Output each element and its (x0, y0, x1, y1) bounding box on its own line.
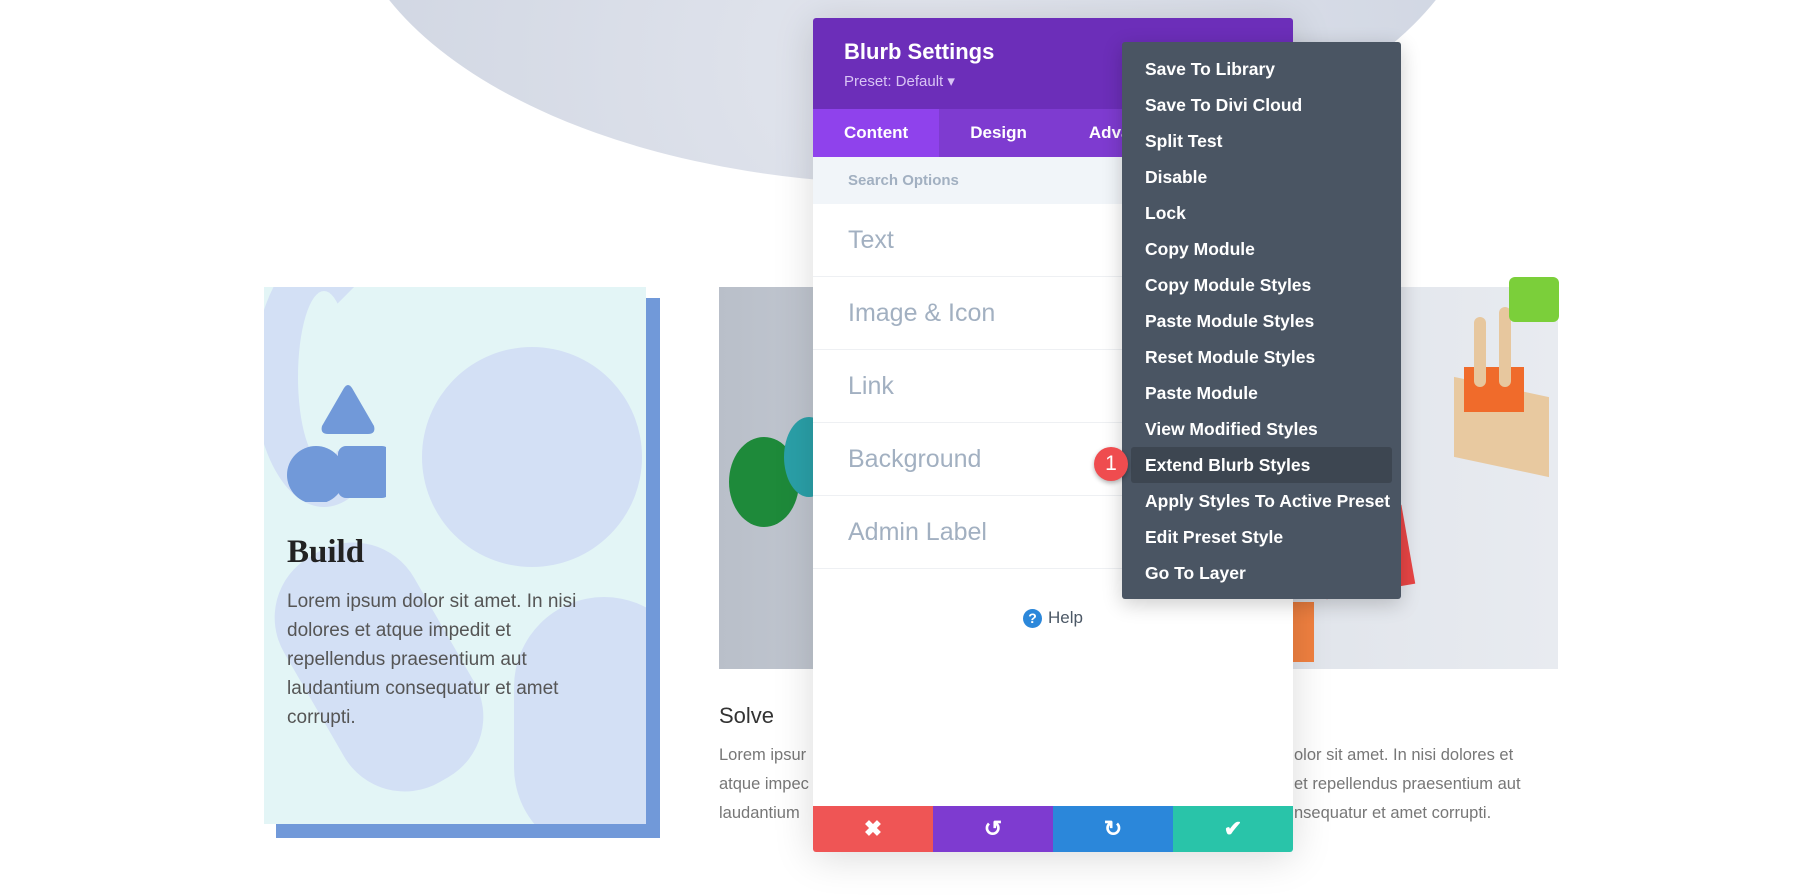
tab-content[interactable]: Content (813, 109, 940, 157)
help-label: Help (1048, 608, 1083, 627)
menu-item-extend-blurb-styles[interactable]: Extend Blurb Styles (1131, 447, 1392, 483)
menu-item-copy-module-styles[interactable]: Copy Module Styles (1131, 267, 1392, 303)
save-button[interactable]: ✔ (1173, 806, 1293, 852)
menu-item-paste-module-styles[interactable]: Paste Module Styles (1131, 303, 1392, 339)
right-text-line: nsequatur et amet corrupti. (1294, 804, 1492, 822)
menu-item-save-to-library[interactable]: Save To Library (1131, 51, 1392, 87)
menu-item-edit-preset-style[interactable]: Edit Preset Style (1131, 519, 1392, 555)
tab-design[interactable]: Design (939, 109, 1058, 157)
context-menu: Save To Library Save To Divi Cloud Split… (1122, 42, 1401, 599)
menu-item-go-to-layer[interactable]: Go To Layer (1131, 555, 1392, 591)
step-badge: 1 (1094, 447, 1128, 481)
help-link[interactable]: ? Help (813, 608, 1293, 628)
menu-item-copy-module[interactable]: Copy Module (1131, 231, 1392, 267)
menu-item-view-modified-styles[interactable]: View Modified Styles (1131, 411, 1392, 447)
menu-item-apply-styles-to-active-preset[interactable]: Apply Styles To Active Preset (1131, 483, 1392, 519)
help-icon: ? (1023, 609, 1043, 628)
solve-title: Solve (719, 703, 775, 728)
right-text-line: olor sit amet. In nisi dolores et (1294, 746, 1514, 764)
menu-item-paste-module[interactable]: Paste Module (1131, 375, 1392, 411)
build-title: Build (287, 534, 365, 570)
redo-button[interactable]: ↻ (1053, 806, 1173, 852)
menu-item-reset-module-styles[interactable]: Reset Module Styles (1131, 339, 1392, 375)
menu-item-disable[interactable]: Disable (1131, 159, 1392, 195)
build-card: Build Lorem ipsum dolor sit amet. In nis… (264, 287, 646, 824)
menu-item-split-test[interactable]: Split Test (1131, 123, 1392, 159)
menu-item-lock[interactable]: Lock (1131, 195, 1392, 231)
solve-text-line: Lorem ipsur (719, 746, 807, 764)
menu-item-save-to-divi-cloud[interactable]: Save To Divi Cloud (1131, 87, 1392, 123)
undo-button[interactable]: ↺ (933, 806, 1053, 852)
shapes-icon (287, 385, 386, 502)
solve-text-line: laudantium (719, 804, 800, 822)
cancel-button[interactable]: ✖ (813, 806, 933, 852)
right-text-line: et repellendus praesentium aut (1294, 775, 1521, 793)
solve-text-line: atque impec (719, 775, 809, 793)
build-text: Lorem ipsum dolor sit amet. In nisi dolo… (287, 591, 577, 728)
